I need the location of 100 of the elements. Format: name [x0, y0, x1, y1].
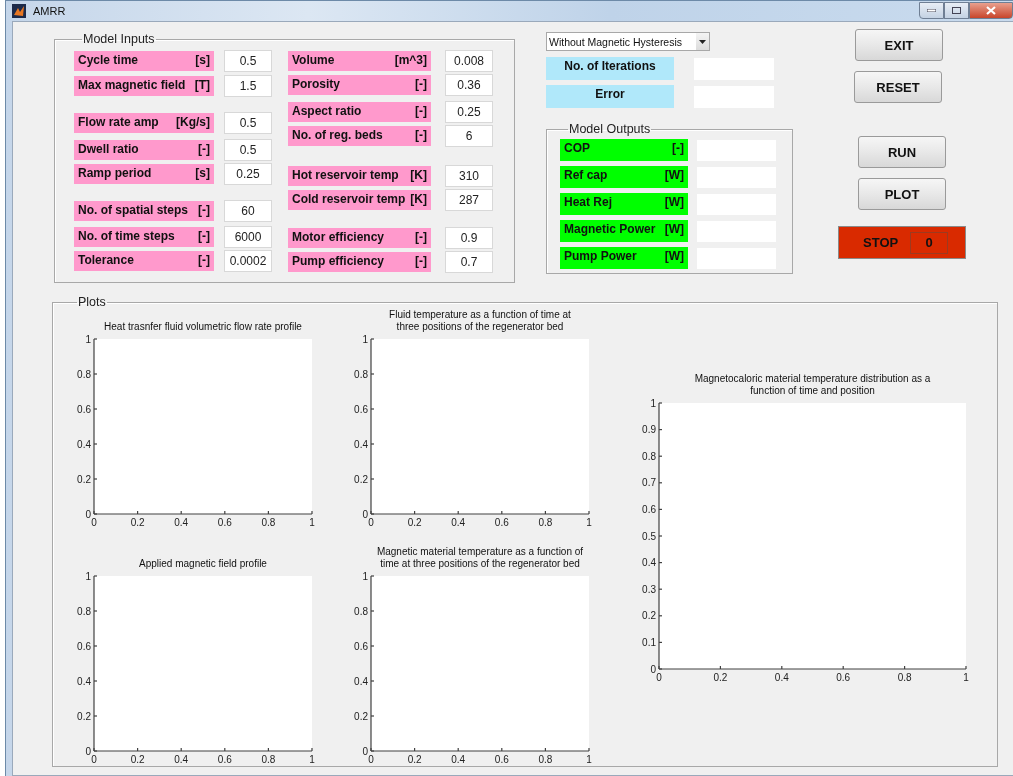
- close-button[interactable]: [969, 2, 1013, 19]
- tick-label: 0.8: [642, 450, 656, 462]
- unit-label: [-]: [672, 141, 684, 155]
- input-field[interactable]: 0.5: [224, 112, 272, 134]
- tick-label: 0.4: [174, 517, 189, 528]
- group-title: Model Outputs: [568, 122, 652, 136]
- tick-label: 1: [362, 570, 368, 582]
- chart-title: Magnetocaloric material temperature distribution as a function of time and position: [693, 373, 932, 397]
- tick-label: 0.8: [538, 517, 553, 528]
- chart-title: Heat trasnfer fluid volumetric flow rate profile: [104, 321, 302, 333]
- maximize-button[interactable]: [944, 2, 969, 19]
- tick-label: 0.6: [77, 640, 91, 652]
- input-field[interactable]: 1.5: [224, 75, 272, 97]
- unit-label: [-]: [198, 142, 210, 156]
- tick-label: 1: [586, 754, 592, 765]
- app-icon: [12, 4, 26, 18]
- input-field[interactable]: 6: [445, 125, 493, 147]
- unit-label: [Kg/s]: [176, 115, 210, 129]
- tick-label: 0.7: [642, 477, 656, 489]
- push-button[interactable]: PLOT: [858, 178, 946, 210]
- parameter-name: Heat Rej: [564, 195, 613, 209]
- tick-label: 0.3: [642, 583, 656, 595]
- tick-label: 0.8: [354, 368, 368, 380]
- tick-label: 0.8: [897, 672, 912, 683]
- tick-label: 0: [368, 754, 374, 765]
- tick-label: 0.2: [407, 754, 422, 765]
- tick-label: 1: [309, 517, 315, 528]
- chart-title: Magnetic material temperature as a function of time at three positions of the regenerator bed: [375, 546, 585, 570]
- parameter-name: COP: [564, 141, 590, 155]
- tick-label: 0: [85, 508, 91, 520]
- chart-title: Fluid temperature as a function of time at three positions of the regenerator bed: [388, 309, 572, 333]
- parameter-name: Cycle time: [78, 53, 139, 67]
- tick-label: 0: [91, 754, 97, 765]
- tick-label: 1: [963, 672, 969, 683]
- tick-label: 0.4: [354, 675, 368, 687]
- unit-label: [K]: [410, 192, 427, 206]
- push-button[interactable]: RESET: [854, 71, 942, 103]
- window-title: AMRR: [33, 5, 66, 17]
- tick-label: 0.6: [217, 517, 232, 528]
- tick-label: 0.1: [642, 636, 656, 648]
- parameter-name: Flow rate amp: [78, 115, 159, 129]
- tick-label: 0: [368, 517, 374, 528]
- tick-label: 0.4: [77, 438, 91, 450]
- maximize-icon: [952, 7, 961, 14]
- parameter-name: Porosity: [292, 77, 340, 91]
- input-field[interactable]: 60: [224, 200, 272, 222]
- tick-label: 0.8: [77, 605, 91, 617]
- counter-field: 0: [910, 231, 949, 254]
- tick-label: 0.4: [451, 517, 466, 528]
- parameter-name: Dwell ratio: [78, 142, 139, 156]
- tick-label: 0.2: [354, 710, 368, 722]
- tick-label: 1: [362, 333, 368, 345]
- tick-label: 0.8: [354, 605, 368, 617]
- tick-label: 0: [656, 672, 662, 683]
- tick-label: 0: [362, 745, 368, 757]
- input-field[interactable]: 0.7: [445, 251, 493, 273]
- tick-label: 0.6: [642, 503, 656, 515]
- input-field[interactable]: 310: [445, 165, 493, 187]
- group-title: Plots: [77, 295, 107, 309]
- mode-dropdown[interactable]: Without Magnetic Hysteresis: [546, 32, 710, 51]
- tick-label: 1: [586, 517, 592, 528]
- input-field[interactable]: 0.36: [445, 74, 493, 96]
- unit-label: [W]: [664, 249, 684, 263]
- input-field[interactable]: 0.5: [224, 139, 272, 161]
- input-field[interactable]: 0.5: [224, 50, 272, 72]
- tick-label: 1: [309, 754, 315, 765]
- tick-label: 0.2: [77, 710, 91, 722]
- unit-label: [-]: [198, 253, 210, 267]
- tick-label: 0.2: [130, 754, 145, 765]
- input-field[interactable]: 0.0002: [224, 250, 272, 272]
- push-button[interactable]: RUN: [858, 136, 946, 168]
- input-field[interactable]: 0.25: [224, 163, 272, 185]
- push-button[interactable]: EXIT: [855, 29, 943, 61]
- parameter-name: No. of reg. beds: [292, 128, 383, 142]
- unit-label: [s]: [195, 166, 210, 180]
- tick-label: 0.4: [77, 675, 91, 687]
- input-field[interactable]: 6000: [224, 226, 272, 248]
- input-field[interactable]: 0.25: [445, 101, 493, 123]
- parameter-name: Aspect ratio: [292, 104, 362, 118]
- unit-label: [s]: [195, 53, 210, 67]
- parameter-name: Pump Power: [564, 249, 637, 263]
- minimize-button[interactable]: [919, 2, 944, 19]
- input-field[interactable]: 0.9: [445, 227, 493, 249]
- unit-label: [-]: [198, 203, 210, 217]
- tick-label: 0.8: [77, 368, 91, 380]
- parameter-name: Cold reservoir temp: [292, 192, 406, 206]
- parameter-name: Magnetic Power: [564, 222, 656, 236]
- input-field[interactable]: 0.008: [445, 50, 493, 72]
- tick-label: 0.6: [217, 754, 232, 765]
- stop-button[interactable]: STOP 0: [838, 226, 966, 259]
- tick-label: 0.9: [642, 424, 656, 436]
- parameter-name: Motor efficiency: [292, 230, 384, 244]
- input-field[interactable]: 287: [445, 189, 493, 211]
- tick-label: 0: [91, 517, 97, 528]
- parameter-name: Error: [595, 87, 625, 101]
- tick-label: 0.4: [354, 438, 368, 450]
- tick-label: 0.2: [77, 473, 91, 485]
- close-icon: [986, 6, 996, 15]
- tick-label: 0.6: [354, 640, 368, 652]
- tick-label: 0.4: [451, 754, 466, 765]
